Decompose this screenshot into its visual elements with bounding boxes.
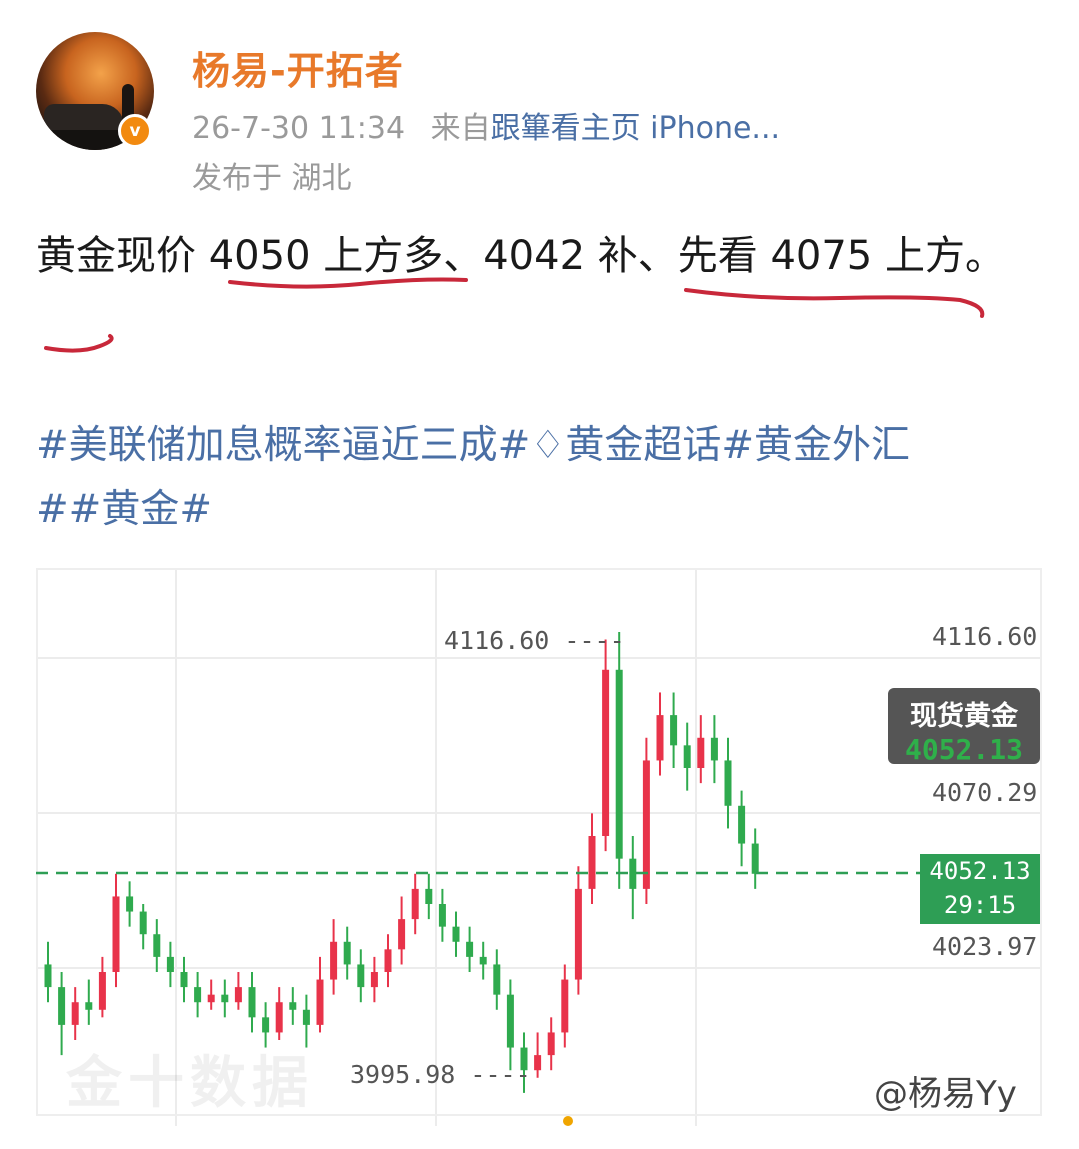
candle-body xyxy=(207,994,215,1003)
candle-body xyxy=(452,926,460,942)
candle-body xyxy=(194,987,202,1003)
spot-gold-title: 现货黄金 xyxy=(910,701,1018,732)
candle-body xyxy=(547,1032,555,1056)
candle-body xyxy=(670,715,678,746)
hashtags: #美联储加息概率逼近三成#♢黄金超话#黄金外汇 ##黄金# xyxy=(36,414,1056,542)
post-meta: 26-7-30 11:34 来自跟篳看主页 iPhone... xyxy=(192,103,780,147)
hashtag-gold-topic[interactable]: 黄金超话#黄金外汇 xyxy=(565,423,910,468)
candle-body xyxy=(438,904,446,927)
candle-body xyxy=(751,843,759,874)
candle-body xyxy=(221,994,229,1003)
candle-body xyxy=(710,737,718,761)
post-text-5: 。 xyxy=(964,233,1005,279)
post-device-link[interactable]: 跟篳看主页 iPhone... xyxy=(491,111,780,146)
candle-body xyxy=(343,941,351,965)
candle-body xyxy=(166,956,174,972)
candle-body xyxy=(153,934,161,957)
candle-body xyxy=(629,858,637,889)
candle-body xyxy=(411,888,419,920)
current-price-value: 4052.13 xyxy=(929,857,1031,885)
diamond-icon: ♢ xyxy=(530,423,566,468)
handwritten-underlines xyxy=(44,277,985,353)
hashtag-gold[interactable]: ##黄金# xyxy=(36,487,212,532)
candle-body xyxy=(724,760,732,806)
candle-body xyxy=(398,919,406,950)
post-source-prefix: 来自 xyxy=(430,111,491,146)
candle-body xyxy=(357,964,365,988)
candle-body xyxy=(262,1017,270,1033)
post-body: 黄金现价 4050 上方多、4042 补、先看 4075 上方。 xyxy=(36,224,1046,288)
username[interactable]: 杨易-开拓者 xyxy=(192,40,404,95)
candle-body xyxy=(683,745,691,768)
candle-body xyxy=(574,888,582,980)
hashtag-fed-rate[interactable]: #美联储加息概率逼近三成# xyxy=(36,423,530,468)
post-text-2: 4050 上方多 xyxy=(208,233,444,279)
candle-body xyxy=(738,805,746,844)
candle-body xyxy=(588,836,596,889)
countdown-value: 29:15 xyxy=(943,891,1017,919)
candle-body xyxy=(656,715,664,761)
spot-gold-tooltip: 现货黄金 4052.13 xyxy=(888,688,1040,766)
candle-body xyxy=(493,964,501,995)
candle-body xyxy=(248,987,256,1018)
peak-price-label: 4116.60 ---- xyxy=(444,626,625,655)
post-text-1: 黄金现价 xyxy=(36,233,209,279)
candle-body xyxy=(479,956,487,965)
candle-body xyxy=(425,888,433,904)
candle-body xyxy=(534,1055,542,1071)
candle-body xyxy=(615,669,623,859)
candle-body xyxy=(302,1009,310,1025)
chart-watermark: 金十数据 xyxy=(66,1051,314,1116)
spot-gold-value: 4052.13 xyxy=(904,733,1023,766)
candle-body xyxy=(384,949,392,972)
candle-body xyxy=(275,1002,283,1033)
candle-body xyxy=(112,896,120,972)
candle-body xyxy=(642,760,650,889)
candle-body xyxy=(58,987,66,1025)
post-text-3: 、4042 补、 xyxy=(443,233,678,279)
candle-body xyxy=(180,972,188,988)
post-text-4: 先看 4075 上方 xyxy=(677,233,965,279)
post-timestamp: 26-7-30 11:34 xyxy=(192,111,406,146)
gold-price-chart: 金十数据 4116.60 ---- 3995.98 ---- 4116.60 4… xyxy=(36,568,1042,1126)
candle-body xyxy=(44,964,52,988)
candle-body xyxy=(289,1002,297,1010)
weibo-handle: @杨易Yy xyxy=(874,1074,1017,1114)
y-tick-2: 4070.29 xyxy=(932,778,1038,807)
candle-body xyxy=(561,979,569,1033)
candle-body xyxy=(316,979,324,1025)
candle-body xyxy=(330,941,338,980)
candle-body xyxy=(139,911,147,935)
candle-body xyxy=(697,737,705,768)
candle-body xyxy=(234,987,242,1003)
y-tick-3: 4023.97 xyxy=(932,932,1038,961)
candle-body xyxy=(602,669,610,836)
chart-page-indicator xyxy=(563,1116,573,1126)
candle-body xyxy=(370,972,378,988)
candle-body xyxy=(71,1002,79,1025)
post-location: 发布于 湖北 xyxy=(192,161,352,196)
candle-body xyxy=(126,896,134,912)
candle-body xyxy=(466,941,474,957)
candle-body xyxy=(98,972,106,1010)
verified-badge-icon: v xyxy=(118,114,152,148)
current-price-tag: 4052.13 29:15 xyxy=(920,854,1040,924)
candle-body xyxy=(506,994,514,1048)
candle-body xyxy=(85,1002,93,1010)
avatar-car xyxy=(44,104,124,130)
low-price-label: 3995.98 ---- xyxy=(350,1060,531,1089)
y-tick-1: 4116.60 xyxy=(932,622,1038,651)
